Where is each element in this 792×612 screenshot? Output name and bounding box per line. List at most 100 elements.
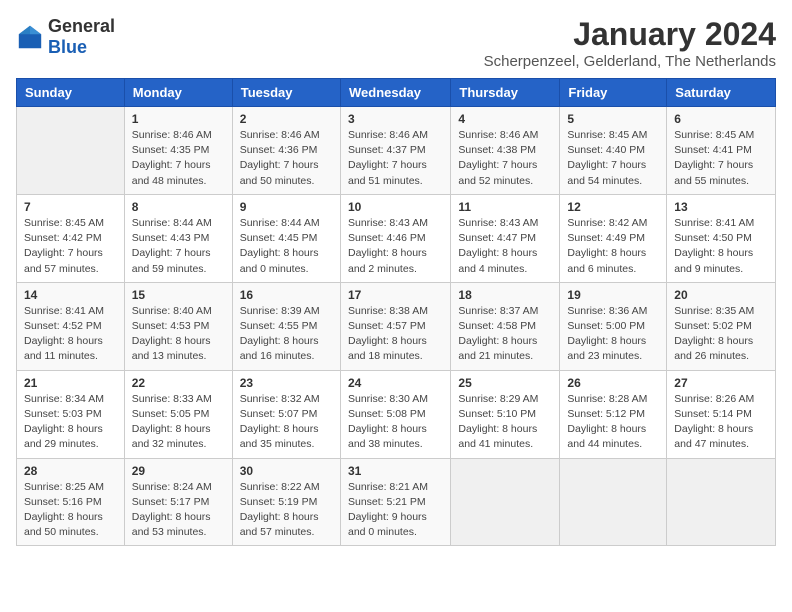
logo: General Blue <box>16 16 115 58</box>
day-info: Sunrise: 8:45 AMSunset: 4:41 PMDaylight:… <box>674 128 768 189</box>
day-info: Sunrise: 8:29 AMSunset: 5:10 PMDaylight:… <box>458 392 552 453</box>
logo-blue: Blue <box>48 37 87 57</box>
calendar-subtitle: Scherpenzeel, Gelderland, The Netherland… <box>484 53 776 70</box>
day-number: 3 <box>348 112 443 126</box>
calendar-cell: 6 Sunrise: 8:45 AMSunset: 4:41 PMDaylight… <box>667 107 776 195</box>
day-info: Sunrise: 8:44 AMSunset: 4:43 PMDaylight:… <box>132 216 225 277</box>
page-header: General Blue January 2024 Scherpenzeel, … <box>16 16 776 70</box>
calendar-cell: 21 Sunrise: 8:34 AMSunset: 5:03 PMDayligh… <box>17 370 125 458</box>
day-info: Sunrise: 8:40 AMSunset: 4:53 PMDaylight:… <box>132 304 225 365</box>
day-number: 2 <box>240 112 333 126</box>
calendar-cell: 8 Sunrise: 8:44 AMSunset: 4:43 PMDaylight… <box>124 194 232 282</box>
day-number: 21 <box>24 376 117 390</box>
week-row-3: 14 Sunrise: 8:41 AMSunset: 4:52 PMDayligh… <box>17 282 776 370</box>
calendar-cell <box>17 107 125 195</box>
calendar-cell: 16 Sunrise: 8:39 AMSunset: 4:55 PMDayligh… <box>232 282 340 370</box>
day-info: Sunrise: 8:46 AMSunset: 4:38 PMDaylight:… <box>458 128 552 189</box>
day-number: 26 <box>567 376 659 390</box>
calendar-cell: 9 Sunrise: 8:44 AMSunset: 4:45 PMDaylight… <box>232 194 340 282</box>
calendar-cell: 15 Sunrise: 8:40 AMSunset: 4:53 PMDayligh… <box>124 282 232 370</box>
day-info: Sunrise: 8:28 AMSunset: 5:12 PMDaylight:… <box>567 392 659 453</box>
calendar-cell: 12 Sunrise: 8:42 AMSunset: 4:49 PMDayligh… <box>560 194 667 282</box>
day-info: Sunrise: 8:41 AMSunset: 4:52 PMDaylight:… <box>24 304 117 365</box>
calendar-table: SundayMondayTuesdayWednesdayThursdayFrid… <box>16 78 776 546</box>
day-info: Sunrise: 8:41 AMSunset: 4:50 PMDaylight:… <box>674 216 768 277</box>
calendar-cell: 13Sunrise: 8:41 AMSunset: 4:50 PMDayligh… <box>667 194 776 282</box>
calendar-cell: 2 Sunrise: 8:46 AMSunset: 4:36 PMDaylight… <box>232 107 340 195</box>
calendar-cell: 31 Sunrise: 8:21 AMSunset: 5:21 PMDayligh… <box>340 458 450 546</box>
header-day-sunday: Sunday <box>17 79 125 107</box>
day-info: Sunrise: 8:32 AMSunset: 5:07 PMDaylight:… <box>240 392 333 453</box>
day-number: 4 <box>458 112 552 126</box>
calendar-cell: 17 Sunrise: 8:38 AMSunset: 4:57 PMDayligh… <box>340 282 450 370</box>
logo-text: General Blue <box>48 16 115 58</box>
day-number: 20 <box>674 288 768 302</box>
day-number: 31 <box>348 464 443 478</box>
day-number: 23 <box>240 376 333 390</box>
day-info: Sunrise: 8:22 AMSunset: 5:19 PMDaylight:… <box>240 480 333 541</box>
calendar-cell: 1Sunrise: 8:46 AMSunset: 4:35 PMDaylight… <box>124 107 232 195</box>
header-row: SundayMondayTuesdayWednesdayThursdayFrid… <box>17 79 776 107</box>
calendar-body: 1Sunrise: 8:46 AMSunset: 4:35 PMDaylight… <box>17 107 776 546</box>
day-info: Sunrise: 8:45 AMSunset: 4:42 PMDaylight:… <box>24 216 117 277</box>
day-info: Sunrise: 8:21 AMSunset: 5:21 PMDaylight:… <box>348 480 443 541</box>
calendar-title: January 2024 <box>484 16 776 53</box>
calendar-cell: 24 Sunrise: 8:30 AMSunset: 5:08 PMDayligh… <box>340 370 450 458</box>
calendar-cell: 23 Sunrise: 8:32 AMSunset: 5:07 PMDayligh… <box>232 370 340 458</box>
day-number: 29 <box>132 464 225 478</box>
day-number: 24 <box>348 376 443 390</box>
day-info: Sunrise: 8:25 AMSunset: 5:16 PMDaylight:… <box>24 480 117 541</box>
week-row-5: 28Sunrise: 8:25 AMSunset: 5:16 PMDayligh… <box>17 458 776 546</box>
day-number: 8 <box>132 200 225 214</box>
day-info: Sunrise: 8:30 AMSunset: 5:08 PMDaylight:… <box>348 392 443 453</box>
calendar-cell: 11 Sunrise: 8:43 AMSunset: 4:47 PMDayligh… <box>451 194 560 282</box>
day-info: Sunrise: 8:38 AMSunset: 4:57 PMDaylight:… <box>348 304 443 365</box>
calendar-cell: 19 Sunrise: 8:36 AMSunset: 5:00 PMDayligh… <box>560 282 667 370</box>
day-info: Sunrise: 8:46 AMSunset: 4:37 PMDaylight:… <box>348 128 443 189</box>
day-info: Sunrise: 8:34 AMSunset: 5:03 PMDaylight:… <box>24 392 117 453</box>
day-number: 10 <box>348 200 443 214</box>
calendar-cell: 18Sunrise: 8:37 AMSunset: 4:58 PMDayligh… <box>451 282 560 370</box>
day-info: Sunrise: 8:26 AMSunset: 5:14 PMDaylight:… <box>674 392 768 453</box>
day-number: 17 <box>348 288 443 302</box>
day-number: 9 <box>240 200 333 214</box>
day-number: 22 <box>132 376 225 390</box>
day-info: Sunrise: 8:43 AMSunset: 4:47 PMDaylight:… <box>458 216 552 277</box>
calendar-cell: 25Sunrise: 8:29 AMSunset: 5:10 PMDayligh… <box>451 370 560 458</box>
day-number: 15 <box>132 288 225 302</box>
day-info: Sunrise: 8:36 AMSunset: 5:00 PMDaylight:… <box>567 304 659 365</box>
calendar-cell: 22 Sunrise: 8:33 AMSunset: 5:05 PMDayligh… <box>124 370 232 458</box>
header-day-thursday: Thursday <box>451 79 560 107</box>
calendar-cell: 10Sunrise: 8:43 AMSunset: 4:46 PMDayligh… <box>340 194 450 282</box>
day-info: Sunrise: 8:24 AMSunset: 5:17 PMDaylight:… <box>132 480 225 541</box>
day-number: 1 <box>132 112 225 126</box>
day-number: 30 <box>240 464 333 478</box>
day-info: Sunrise: 8:46 AMSunset: 4:36 PMDaylight:… <box>240 128 333 189</box>
day-number: 16 <box>240 288 333 302</box>
day-info: Sunrise: 8:42 AMSunset: 4:49 PMDaylight:… <box>567 216 659 277</box>
calendar-cell: 28Sunrise: 8:25 AMSunset: 5:16 PMDayligh… <box>17 458 125 546</box>
calendar-cell: 30 Sunrise: 8:22 AMSunset: 5:19 PMDayligh… <box>232 458 340 546</box>
week-row-1: 1Sunrise: 8:46 AMSunset: 4:35 PMDaylight… <box>17 107 776 195</box>
day-info: Sunrise: 8:39 AMSunset: 4:55 PMDaylight:… <box>240 304 333 365</box>
day-info: Sunrise: 8:44 AMSunset: 4:45 PMDaylight:… <box>240 216 333 277</box>
logo-general: General <box>48 16 115 36</box>
header-day-wednesday: Wednesday <box>340 79 450 107</box>
day-info: Sunrise: 8:33 AMSunset: 5:05 PMDaylight:… <box>132 392 225 453</box>
calendar-cell: 14 Sunrise: 8:41 AMSunset: 4:52 PMDayligh… <box>17 282 125 370</box>
week-row-2: 7 Sunrise: 8:45 AMSunset: 4:42 PMDaylight… <box>17 194 776 282</box>
calendar-cell: 29 Sunrise: 8:24 AMSunset: 5:17 PMDayligh… <box>124 458 232 546</box>
calendar-cell: 4 Sunrise: 8:46 AMSunset: 4:38 PMDaylight… <box>451 107 560 195</box>
day-number: 18 <box>458 288 552 302</box>
day-number: 7 <box>24 200 117 214</box>
header-day-tuesday: Tuesday <box>232 79 340 107</box>
day-number: 14 <box>24 288 117 302</box>
day-number: 11 <box>458 200 552 214</box>
day-info: Sunrise: 8:35 AMSunset: 5:02 PMDaylight:… <box>674 304 768 365</box>
day-number: 6 <box>674 112 768 126</box>
logo-icon <box>16 23 44 51</box>
day-number: 19 <box>567 288 659 302</box>
calendar-cell: 20 Sunrise: 8:35 AMSunset: 5:02 PMDayligh… <box>667 282 776 370</box>
calendar-cell: 7 Sunrise: 8:45 AMSunset: 4:42 PMDaylight… <box>17 194 125 282</box>
day-number: 12 <box>567 200 659 214</box>
